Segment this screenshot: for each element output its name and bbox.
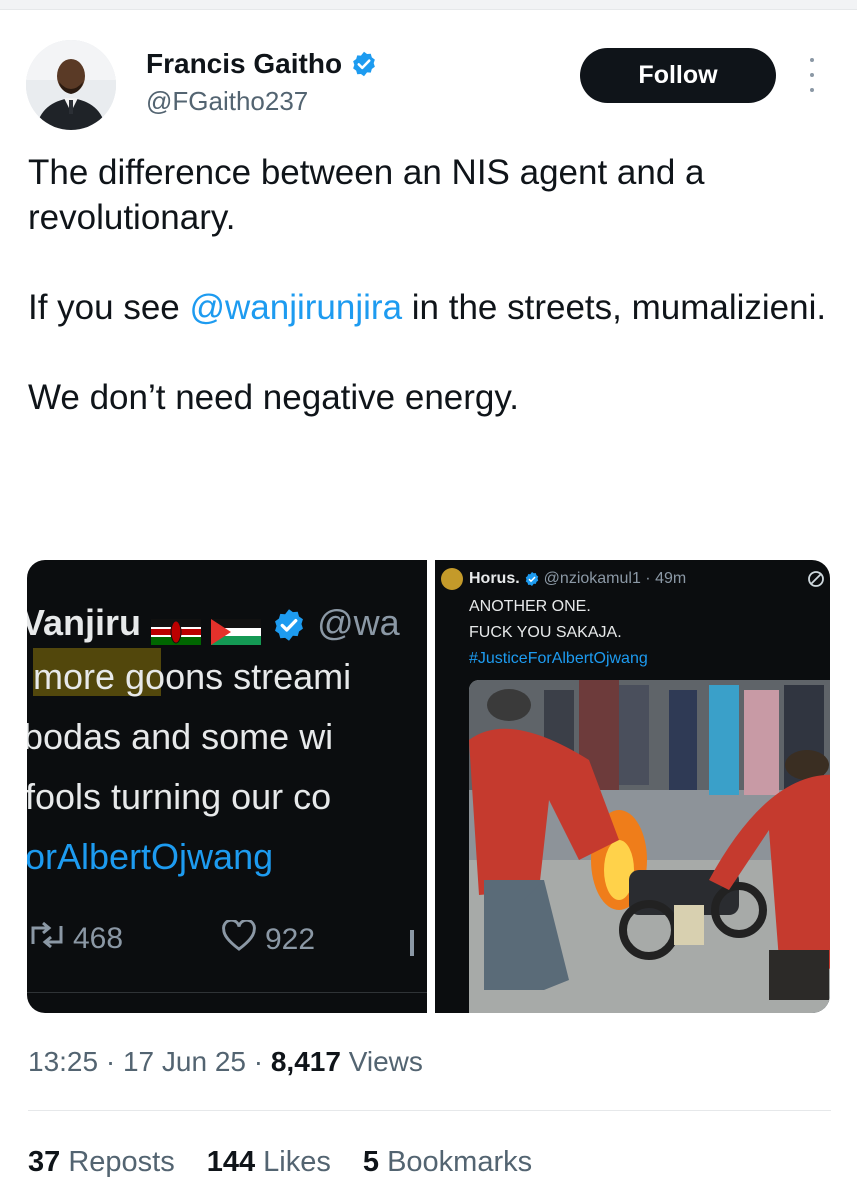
embedded-divider	[27, 992, 427, 993]
tweet-paragraph-3: We don’t need negative energy.	[28, 378, 519, 417]
street-fire-photo	[469, 680, 830, 1013]
tweet-paragraph-2: If you see @wanjirunjira in the streets,…	[28, 285, 838, 330]
tweet-text: The difference between an NIS agent and …	[28, 150, 838, 465]
tweet-paragraph-1: The difference between an NIS agent and …	[28, 153, 705, 237]
embedded-text-line-2: bodas and some wi	[27, 716, 334, 757]
palestine-flag-icon	[211, 612, 262, 646]
mention-link[interactable]: @wanjirunjira	[189, 288, 402, 327]
bookmarks-label: Bookmarks	[387, 1146, 533, 1178]
views-bar-icon	[410, 930, 414, 956]
likes-label: Likes	[263, 1146, 331, 1178]
reposts-label: Reposts	[68, 1146, 175, 1178]
embedded-text-line-3: fools turning our co	[27, 776, 332, 817]
kenya-flag-icon	[151, 612, 202, 646]
tweet-text-after-mention: in the streets, mumalizieni.	[402, 288, 827, 327]
meta-separator: ·	[253, 1046, 271, 1077]
views-count: 8,417	[270, 1046, 341, 1077]
embedded-like-count: 922	[265, 923, 316, 956]
author-name-row[interactable]: Francis Gaitho	[146, 48, 378, 80]
author-avatar[interactable]	[26, 40, 116, 130]
embedded-hashtag-line: orAlbertOjwang	[27, 836, 274, 877]
tweet-media[interactable]: Vanjiru @wa more goons streami bodas and…	[27, 560, 830, 1013]
tweet-text-before-mention: If you see	[28, 288, 190, 327]
grok-icon	[807, 570, 825, 593]
media-image-left[interactable]: Vanjiru @wa more goons streami bodas and…	[27, 560, 427, 1013]
views-label: Views	[348, 1046, 423, 1077]
author-handle[interactable]: @FGaitho237	[146, 86, 308, 117]
embedded-retweet-count: 468	[73, 922, 124, 955]
tweet-meta: 13:25 · 17 Jun 25 · 8,417 Views	[28, 1046, 423, 1078]
heart-icon	[221, 918, 257, 960]
bookmarks-count: 5	[362, 1146, 380, 1178]
embedded-right-line-1: ANOTHER ONE.	[469, 598, 591, 615]
media-image-right[interactable]: Horus. @nziokamul1 · 49m ANOTHER ONE. FU…	[435, 560, 830, 1013]
embedded-right-line-2: FUCK YOU SAKAJA.	[469, 624, 622, 641]
likes-stat[interactable]: 144 Likes	[207, 1146, 331, 1179]
embedded-verified-icon	[271, 607, 307, 643]
top-divider	[0, 0, 857, 10]
embedded-header: Horus. @nziokamul1 · 49m	[469, 570, 686, 588]
engagement-stats: 37 Reposts 144 Likes 5 Bookmarks	[28, 1146, 532, 1179]
more-options-icon[interactable]	[806, 58, 818, 92]
embedded-avatar	[441, 568, 463, 590]
tweet-time[interactable]: 13:25	[28, 1046, 98, 1077]
embedded-handle: @wa	[317, 602, 400, 643]
likes-count: 144	[206, 1146, 256, 1178]
stats-divider	[28, 1110, 831, 1111]
author-name[interactable]: Francis Gaitho	[146, 48, 342, 80]
tweet-date[interactable]: 17 Jun 25	[123, 1046, 246, 1077]
embedded-right-handle-time: @nziokamul1 · 49m	[543, 570, 687, 587]
verified-badge-icon	[350, 50, 378, 78]
reposts-stat[interactable]: 37 Reposts	[28, 1146, 175, 1179]
bookmarks-stat[interactable]: 5 Bookmarks	[363, 1146, 532, 1179]
embedded-retweet-stat: 468	[27, 920, 123, 958]
embedded-like-stat: 922	[221, 918, 316, 960]
embedded-right-author: Horus.	[469, 570, 520, 587]
embedded-author-name: Vanjiru	[27, 602, 142, 643]
follow-button[interactable]: Follow	[580, 48, 776, 103]
embedded-right-verified-icon	[525, 572, 538, 586]
embedded-right-hashtag: #JusticeForAlbertOjwang	[469, 650, 648, 667]
embedded-name-row: Vanjiru @wa	[27, 602, 400, 646]
reposts-count: 37	[28, 1146, 61, 1178]
embedded-text-line-1: more goons streami	[33, 656, 352, 697]
retweet-icon	[27, 920, 67, 958]
meta-separator: ·	[105, 1046, 123, 1077]
